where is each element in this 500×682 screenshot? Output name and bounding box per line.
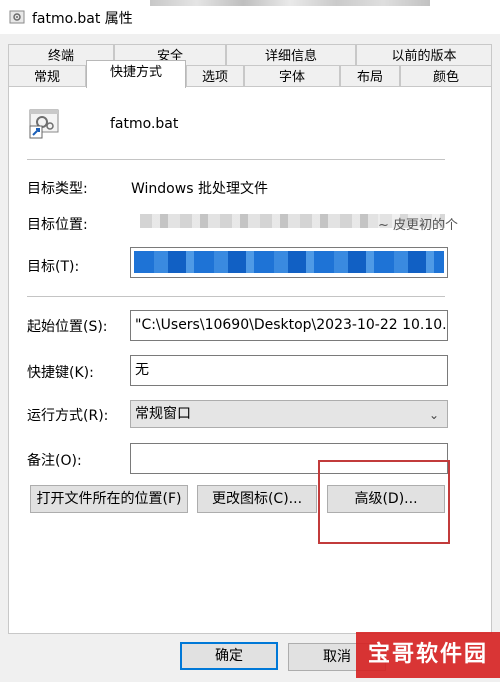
- target-label: 目标(T):: [27, 259, 80, 275]
- start-in-label: 起始位置(S):: [27, 319, 108, 335]
- target-type-label: 目标类型:: [27, 181, 88, 197]
- ok-button[interactable]: 确定: [180, 642, 278, 670]
- file-name: fatmo.bat: [110, 116, 179, 132]
- title-bar: fatmo.bat 属性: [0, 0, 500, 34]
- comment-field[interactable]: [130, 443, 448, 474]
- tab-font[interactable]: 字体: [244, 65, 340, 88]
- title-blur: [150, 0, 430, 6]
- hotkey-field[interactable]: 无: [130, 355, 448, 386]
- separator: [27, 296, 445, 297]
- tab-options[interactable]: 选项: [186, 65, 244, 88]
- target-location-label: 目标位置:: [27, 217, 88, 233]
- window-title: fatmo.bat 属性: [32, 11, 133, 27]
- start-in-field[interactable]: "C:\Users\10690\Desktop\2023-10-22 10.10…: [130, 310, 448, 341]
- tab-previous-versions[interactable]: 以前的版本: [356, 44, 492, 67]
- gear-document-icon: [9, 10, 25, 24]
- run-select[interactable]: 常规窗口 ⌄: [130, 400, 448, 428]
- tab-layout[interactable]: 布局: [340, 65, 400, 88]
- tab-shortcut[interactable]: 快捷方式: [86, 60, 186, 88]
- site-watermark: 宝哥软件园: [356, 632, 500, 678]
- open-file-location-button[interactable]: 打开文件所在的位置(F): [30, 485, 188, 513]
- hotkey-label: 快捷键(K):: [27, 365, 94, 381]
- tab-colors[interactable]: 颜色: [400, 65, 492, 88]
- tab-details[interactable]: 详细信息: [226, 44, 356, 67]
- change-icon-button[interactable]: 更改图标(C)...: [197, 485, 317, 513]
- tab-general[interactable]: 常规: [8, 65, 86, 88]
- target-location-value: ~ 皮更初的个: [378, 214, 459, 233]
- chevron-down-icon: ⌄: [428, 408, 439, 422]
- target-type-value: Windows 批处理文件: [131, 181, 268, 197]
- comment-label: 备注(O):: [27, 453, 82, 469]
- run-select-value: 常规窗口: [135, 406, 191, 422]
- run-label: 运行方式(R):: [27, 408, 109, 424]
- separator: [27, 159, 445, 160]
- advanced-button[interactable]: 高级(D)...: [327, 485, 445, 513]
- batch-file-shortcut-icon: [29, 109, 59, 139]
- target-selection-blurred: [134, 251, 444, 273]
